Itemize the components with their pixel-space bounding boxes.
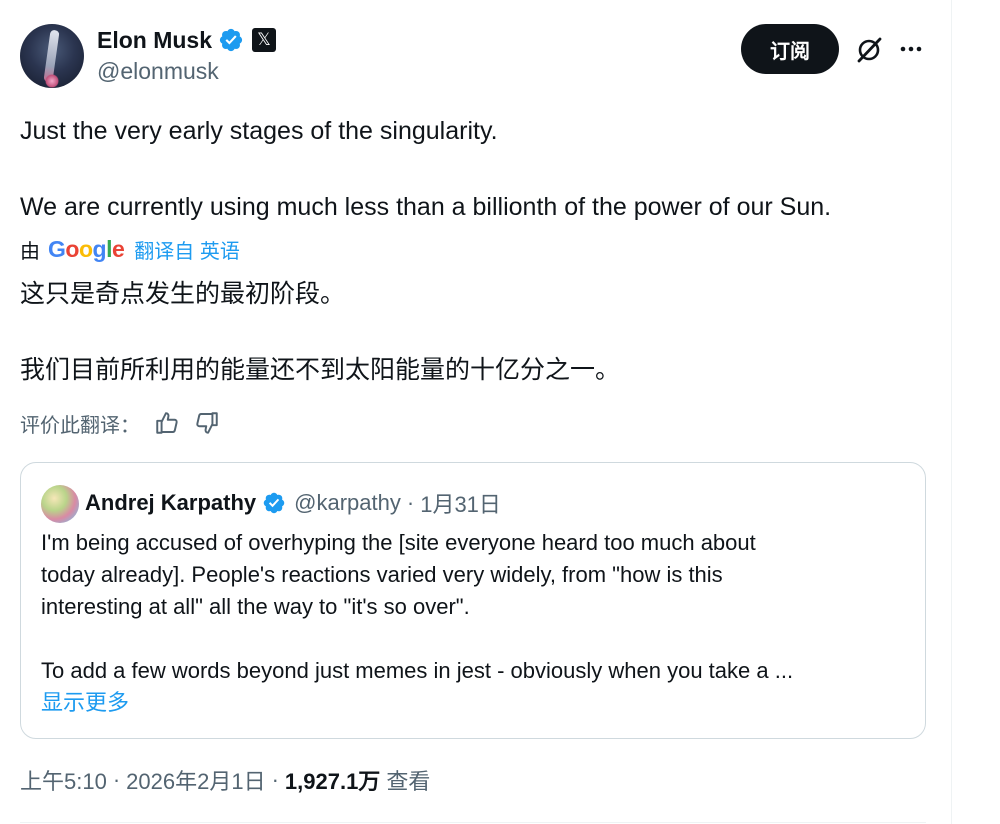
quoted-text-line: today already]. People's reactions varie… — [41, 562, 723, 587]
separator-dot: · — [406, 490, 415, 515]
more-icon[interactable] — [898, 36, 924, 62]
separator-dot: · — [112, 767, 121, 792]
show-more-link[interactable]: 显示更多 — [41, 687, 129, 719]
quoted-text-line: I'm being accused of overhyping the [sit… — [41, 530, 756, 555]
avatar[interactable] — [20, 24, 84, 88]
column-border — [951, 0, 952, 824]
quoted-tweet-date[interactable]: 1月31日 — [420, 487, 501, 519]
tweet-time[interactable]: 上午5:10 — [20, 764, 107, 796]
thumbs-down-icon[interactable] — [194, 410, 220, 436]
verified-badge-icon — [263, 492, 285, 514]
translated-by-label: 由 — [20, 240, 40, 263]
quoted-text-line: interesting at all" all the way to "it's… — [41, 594, 470, 619]
grok-icon[interactable] — [855, 36, 883, 64]
author-display-name[interactable]: Elon Musk — [97, 27, 212, 54]
translation-attribution: 由 Google 翻译自 英语 — [20, 235, 240, 263]
translated-from-link[interactable]: 翻译自 英语 — [134, 235, 240, 264]
tweet-text-line: Just the very early stages of the singul… — [20, 117, 498, 145]
tweet-meta-row: 上午5:10 · 2026年2月1日 · 1,927.1万 查看 — [20, 764, 430, 796]
translated-text-line: 这只是奇点发生的最初阶段。 — [20, 280, 346, 308]
author-handle[interactable]: @elonmusk — [97, 58, 219, 85]
author-name-row: Elon Musk 𝕏 — [97, 24, 277, 56]
quoted-author-name[interactable]: Andrej Karpathy — [85, 490, 256, 516]
quoted-author-avatar[interactable] — [41, 485, 79, 523]
rate-translation-row: 评价此翻译： — [20, 408, 234, 438]
quoted-text-line: To add a few words beyond just memes in … — [41, 658, 794, 683]
subscribe-button[interactable]: 订阅 — [741, 24, 839, 74]
translated-text-line: 我们目前所利用的能量还不到太阳能量的十亿分之一。 — [20, 356, 621, 384]
divider — [20, 822, 926, 823]
tweet-date[interactable]: 2026年2月1日 — [126, 764, 265, 796]
views-count: 1,927.1万 — [284, 769, 381, 794]
quoted-author-row: Andrej Karpathy @karpathy · 1月31日 — [85, 487, 501, 519]
tweet-text-line: We are currently using much less than a … — [20, 193, 832, 221]
quoted-tweet-card[interactable]: Andrej Karpathy @karpathy · 1月31日 I'm be… — [20, 462, 926, 739]
verified-badge-icon — [219, 28, 243, 52]
views-label: 查看 — [386, 769, 431, 794]
thumbs-up-icon[interactable] — [154, 410, 180, 436]
x-logo-icon: 𝕏 — [252, 28, 277, 52]
google-logo: Google — [48, 235, 125, 262]
rate-translation-label: 评价此翻译： — [20, 414, 140, 437]
avatar-flame — [45, 74, 59, 88]
quoted-author-handle[interactable]: @karpathy — [294, 490, 401, 516]
separator-dot: · — [271, 767, 279, 792]
